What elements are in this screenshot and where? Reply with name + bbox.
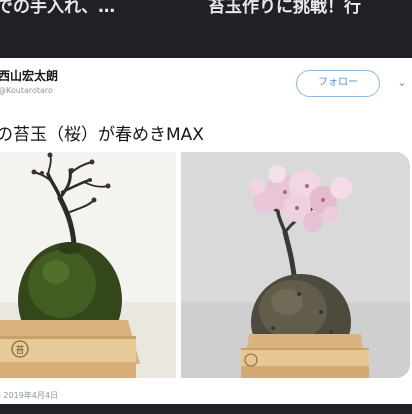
- box-badge-char: 苔: [15, 344, 24, 356]
- kokedama-blossom-photo: [181, 152, 410, 378]
- tweet-date: - 2019年4月4日: [0, 391, 58, 400]
- tweet-photo-left[interactable]: 苔: [0, 152, 176, 378]
- bottom-strip: [0, 404, 412, 414]
- tweet-card[interactable]: 西山宏太朗 @Koutarotaro フォロー ⌄ の苔玉（桜）が春めきMAX: [0, 58, 412, 404]
- tweet-photo-right[interactable]: [181, 152, 410, 378]
- user-handle[interactable]: @Koutarotaro: [0, 86, 53, 95]
- follow-button[interactable]: フォロー: [296, 70, 380, 97]
- chevron-down-icon[interactable]: ⌄: [392, 72, 412, 92]
- tweet-text: の苔玉（桜）が春めきMAX: [0, 125, 204, 145]
- user-name[interactable]: 西山宏太朗: [0, 67, 58, 84]
- result-title-right[interactable]: 苔玉作りに挑戦！行: [208, 0, 361, 17]
- kokedama-bare-photo: 苔: [0, 152, 176, 378]
- result-title-left[interactable]: での手入れ、…: [0, 0, 115, 17]
- search-results-header: での手入れ、… 苔玉作りに挑戦！行: [0, 0, 412, 58]
